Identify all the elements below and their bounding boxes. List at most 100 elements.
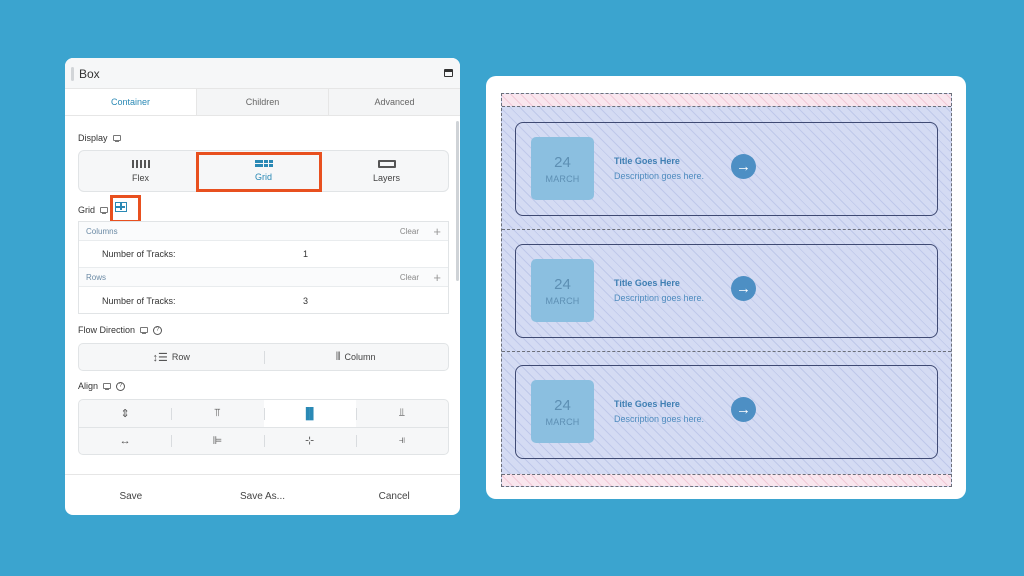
add-column-icon[interactable]: + xyxy=(433,224,441,239)
align-right-icon[interactable]: ⫣ xyxy=(355,427,448,454)
event-card[interactable]: 24 MARCH Title Goes Here Description goe… xyxy=(515,244,938,338)
rows-track-row: Number of Tracks: 3 xyxy=(79,287,448,314)
tab-children[interactable]: Children xyxy=(197,89,329,115)
row-boundary xyxy=(502,229,951,230)
grid-gap-bottom xyxy=(502,474,951,486)
align-label: Align xyxy=(78,381,99,391)
responsive-monitor-icon[interactable] xyxy=(100,207,109,214)
date-day: 24 xyxy=(554,397,571,414)
align-stretch-vertical-icon[interactable]: ⇕ xyxy=(79,400,171,427)
rows-label: Rows xyxy=(86,272,107,282)
display-selector: Flex Grid Layers xyxy=(78,150,449,192)
columns-track-count[interactable]: 1 xyxy=(303,249,308,259)
date-box: 24 MARCH xyxy=(531,137,594,200)
columns-clear-button[interactable]: Clear xyxy=(400,227,419,236)
columns-track-row: Number of Tracks: 1 xyxy=(79,241,448,268)
flow-direction-label: Flow Direction xyxy=(78,325,136,335)
save-as-button[interactable]: Save As... xyxy=(197,491,329,502)
card-title: Title Goes Here xyxy=(614,399,680,409)
columns-header: Columns Clear + xyxy=(79,222,448,241)
align-center-vertical-icon[interactable]: ▐▌ xyxy=(263,400,356,427)
display-option-flex[interactable]: Flex xyxy=(79,151,202,191)
flow-direction-selector: ↕☰ Row ⫴ Column xyxy=(78,343,449,371)
layout-preview: 24 MARCH Title Goes Here Description goe… xyxy=(486,76,966,499)
align-top-icon[interactable]: ⫪ xyxy=(171,400,263,427)
responsive-monitor-icon[interactable] xyxy=(112,135,121,142)
rows-header: Rows Clear + xyxy=(79,268,448,287)
date-box: 24 MARCH xyxy=(531,380,594,443)
arrow-right-icon[interactable]: → xyxy=(731,154,756,179)
save-button[interactable]: Save xyxy=(65,491,197,502)
help-icon[interactable]: ? xyxy=(116,381,126,391)
panel-footer: Save Save As... Cancel xyxy=(65,478,460,515)
responsive-monitor-icon[interactable] xyxy=(140,327,149,334)
flex-icon xyxy=(131,159,150,168)
align-stretch-horizontal-icon[interactable]: ↔ xyxy=(79,427,171,454)
drag-handle[interactable] xyxy=(71,67,74,81)
columns-track-label: Number of Tracks: xyxy=(102,249,176,259)
help-icon[interactable]: ? xyxy=(153,325,163,335)
display-label-row: Display xyxy=(78,133,121,143)
add-row-icon[interactable]: + xyxy=(433,270,441,285)
panel-title: Box xyxy=(79,67,100,81)
display-option-grid[interactable]: Grid xyxy=(202,151,325,191)
card-description: Description goes here. xyxy=(614,414,705,424)
row-boundary xyxy=(502,474,951,475)
card-title: Title Goes Here xyxy=(614,278,680,288)
date-day: 24 xyxy=(554,154,571,171)
tab-container[interactable]: Container xyxy=(65,89,197,115)
display-label: Display xyxy=(78,133,108,143)
rows-track-count[interactable]: 3 xyxy=(303,296,308,306)
align-label-row: Align ? xyxy=(78,381,126,391)
arrow-right-icon[interactable]: → xyxy=(731,397,756,422)
flow-row-label: Row xyxy=(171,352,190,362)
arrow-right-icon[interactable]: → xyxy=(731,276,756,301)
grid-gap-top xyxy=(502,94,951,106)
display-option-label: Flex xyxy=(131,172,149,183)
card-description: Description goes here. xyxy=(614,171,705,181)
align-row-divider xyxy=(78,427,449,428)
responsive-monitor-icon[interactable] xyxy=(103,383,112,390)
footer-divider xyxy=(65,474,460,475)
align-left-icon[interactable]: ⊫ xyxy=(171,427,263,454)
flow-row-button[interactable]: ↕☰ Row xyxy=(79,344,264,370)
event-card[interactable]: 24 MARCH Title Goes Here Description goe… xyxy=(515,365,938,459)
layers-icon xyxy=(377,159,396,168)
display-option-label: Layers xyxy=(372,172,400,183)
flow-column-label: Column xyxy=(344,352,376,362)
maximize-icon[interactable] xyxy=(444,69,453,77)
grid-icon xyxy=(254,160,273,167)
panel-header: Box xyxy=(65,58,460,89)
column-direction-icon: ⫴ xyxy=(335,350,341,363)
date-month: MARCH xyxy=(545,417,580,427)
panel-tabs: Container Children Advanced xyxy=(65,89,460,116)
date-day: 24 xyxy=(554,276,571,293)
row-direction-icon: ↕☰ xyxy=(152,351,168,364)
row-boundary xyxy=(502,106,951,107)
tab-advanced[interactable]: Advanced xyxy=(329,89,460,115)
date-month: MARCH xyxy=(545,174,580,184)
display-option-layers[interactable]: Layers xyxy=(325,151,448,191)
rows-clear-button[interactable]: Clear xyxy=(400,273,419,282)
align-bottom-icon[interactable]: ⫫ xyxy=(355,400,448,427)
grid-tracks-editor: Columns Clear + Number of Tracks: 1 Rows… xyxy=(78,221,449,314)
flow-column-button[interactable]: ⫴ Column xyxy=(263,344,449,370)
card-description: Description goes here. xyxy=(614,293,705,303)
columns-label: Columns xyxy=(86,226,118,236)
event-card[interactable]: 24 MARCH Title Goes Here Description goe… xyxy=(515,122,938,216)
grid-editor-icon[interactable] xyxy=(115,202,127,212)
display-option-label: Grid xyxy=(254,172,272,182)
grid-label-row: Grid xyxy=(78,205,109,215)
date-month: MARCH xyxy=(545,296,580,306)
date-box: 24 MARCH xyxy=(531,259,594,322)
grid-canvas: 24 MARCH Title Goes Here Description goe… xyxy=(501,93,952,487)
grid-label: Grid xyxy=(78,205,96,215)
scrollbar[interactable] xyxy=(456,121,459,281)
box-settings-panel: Box Container Children Advanced Display … xyxy=(65,58,460,515)
rows-track-label: Number of Tracks: xyxy=(102,295,176,306)
align-center-horizontal-icon[interactable]: ⊹ xyxy=(263,427,356,454)
row-boundary xyxy=(502,351,951,352)
cancel-button[interactable]: Cancel xyxy=(328,491,460,502)
flow-direction-label-row: Flow Direction ? xyxy=(78,325,163,335)
card-title: Title Goes Here xyxy=(614,156,680,166)
